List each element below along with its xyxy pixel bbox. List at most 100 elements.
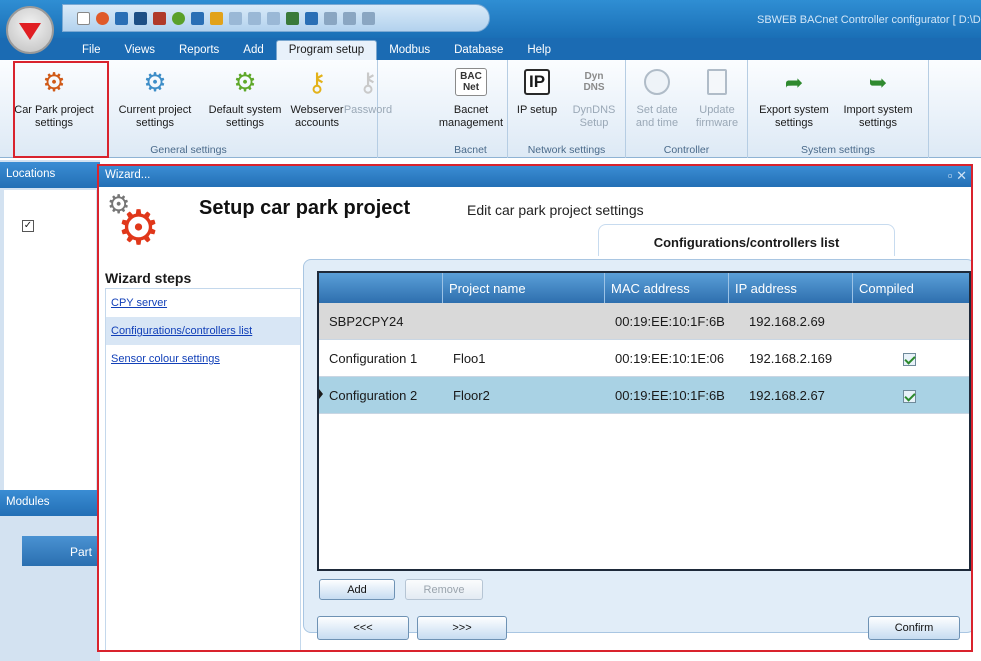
group-network-settings: IP IP setup Dyn DNS DynDNS Setup Network… xyxy=(508,60,626,158)
group-label: General settings xyxy=(150,144,227,156)
column-header-compiled[interactable]: Compiled xyxy=(853,273,969,303)
car-park-project-settings-button[interactable]: ⚙ Car Park project settings xyxy=(2,62,106,130)
logo-icon xyxy=(19,23,41,40)
tree-checkbox[interactable]: ✓ xyxy=(22,220,34,232)
export-label: Export system settings xyxy=(759,104,829,129)
part-column-header: Part xyxy=(22,536,100,566)
bacnet-label: Bacnet management xyxy=(438,104,504,129)
close-icon[interactable]: ▫ ✕ xyxy=(948,168,967,184)
import-label: Import system settings xyxy=(843,104,913,129)
hierarchy-icon[interactable] xyxy=(305,11,318,25)
quick-access-toolbar xyxy=(62,4,490,32)
current-project-label: Current project settings xyxy=(118,104,192,129)
world-icon[interactable] xyxy=(267,11,280,25)
key-icon: ⚷ xyxy=(358,67,378,97)
compiled-checkbox[interactable] xyxy=(903,352,916,366)
app-menu-button[interactable] xyxy=(6,6,54,54)
group-label: Network settings xyxy=(527,144,606,156)
menu-views[interactable]: Views xyxy=(113,41,167,60)
export-arrow-icon: ➦ xyxy=(784,69,804,95)
password-button[interactable]: ⚷ Password xyxy=(343,62,393,117)
export-system-settings-button[interactable]: ➦ Export system settings xyxy=(754,62,834,130)
table-row[interactable]: Configuration 2 Floor2 00:19:EE:10:1F:6B… xyxy=(319,377,969,414)
table-row[interactable]: Configuration 1 Floo1 00:19:EE:10:1E:06 … xyxy=(319,340,969,377)
menu-help[interactable]: Help xyxy=(515,41,563,60)
app-title: SBWEB BACnet Controller configurator [ D… xyxy=(757,14,981,26)
compiled-checkbox[interactable] xyxy=(903,389,916,403)
webserver-accounts-button[interactable]: ⚷ Webserver accounts xyxy=(289,62,345,130)
ip-icon: IP xyxy=(523,69,551,95)
add-button[interactable]: Add xyxy=(319,579,395,600)
default-system-label: Default system settings xyxy=(208,104,282,129)
gears-icon: ⚙ xyxy=(42,67,66,97)
next-button[interactable]: >>> xyxy=(417,616,507,640)
cell-project: Floor2 xyxy=(453,387,490,403)
key-icon: ⚷ xyxy=(307,67,327,97)
tools-icon[interactable] xyxy=(362,11,375,25)
group-bacnet: BAC Net Bacnet management Bacnet xyxy=(434,60,508,158)
sync-icon[interactable] xyxy=(172,11,185,25)
locations-tree: ✓ xyxy=(4,190,96,490)
wizard-steps-header: Wizard steps xyxy=(105,270,192,286)
column-header-name[interactable] xyxy=(319,273,443,303)
previous-button[interactable]: <<< xyxy=(317,616,409,640)
menu-file[interactable]: File xyxy=(70,41,113,60)
menu-bar: File Views Reports Add Program setup Mod… xyxy=(0,38,981,60)
menu-modbus[interactable]: Modbus xyxy=(377,41,442,60)
step-sensor-colour[interactable]: Sensor colour settings xyxy=(106,345,300,373)
forward-icon[interactable] xyxy=(210,11,223,25)
tab-configurations-list[interactable]: Configurations/controllers list xyxy=(598,224,895,256)
save-all-icon[interactable] xyxy=(134,11,147,25)
dyndns-icon: Dyn DNS xyxy=(583,71,605,93)
cell-name: Configuration 1 xyxy=(329,350,418,366)
edit-icon[interactable] xyxy=(153,11,166,25)
ribbon: ⚙ Car Park project settings ⚙ Current pr… xyxy=(0,60,981,158)
menu-database[interactable]: Database xyxy=(442,41,515,60)
locations-header: Locations xyxy=(0,162,100,188)
monitor-icon[interactable] xyxy=(191,11,204,25)
left-panel: Locations ✓ Modules Part xyxy=(0,160,100,661)
current-project-settings-button[interactable]: ⚙ Current project settings xyxy=(110,62,200,130)
dyndns-label: DynDNS Setup xyxy=(572,104,616,129)
import-system-settings-button[interactable]: ➥ Import system settings xyxy=(838,62,918,130)
remove-button[interactable]: Remove xyxy=(405,579,483,600)
table-row[interactable]: SBP2CPY24 00:19:EE:10:1F:6B 192.168.2.69 xyxy=(319,303,969,340)
cell-project: Floo1 xyxy=(453,350,486,366)
gears-icon: ⚙ xyxy=(143,67,167,97)
wizard-subheading: Edit car park project settings xyxy=(467,202,644,218)
column-header-project[interactable]: Project name xyxy=(443,273,605,303)
back-icon[interactable] xyxy=(229,11,242,25)
print-icon[interactable] xyxy=(343,11,356,25)
controllers-grid: Project name MAC address IP address Comp… xyxy=(317,271,971,571)
update-firmware-button[interactable]: Update firmware xyxy=(688,62,746,130)
step-cpy-server[interactable]: CPY server xyxy=(106,289,300,317)
ip-setup-button[interactable]: IP IP setup xyxy=(514,62,560,117)
menu-add[interactable]: Add xyxy=(231,41,275,60)
tree-icon[interactable] xyxy=(248,11,261,25)
cell-mac: 00:19:EE:10:1F:6B xyxy=(615,313,725,329)
ip-label: IP setup xyxy=(516,104,558,116)
network-icon[interactable] xyxy=(286,11,299,25)
cell-name: Configuration 2 xyxy=(329,387,418,403)
wizard-title-bar: Wizard... ▫ ✕ xyxy=(99,166,971,187)
bacnet-management-button[interactable]: BAC Net Bacnet management xyxy=(434,62,508,130)
gears-icon: ⚙ xyxy=(233,67,257,97)
cell-ip: 192.168.2.67 xyxy=(749,387,825,403)
step-configurations-list[interactable]: Configurations/controllers list xyxy=(106,317,300,345)
menu-reports[interactable]: Reports xyxy=(167,41,231,60)
set-date-time-button[interactable]: Set date and time xyxy=(628,62,686,130)
column-header-mac[interactable]: MAC address xyxy=(605,273,729,303)
save-icon[interactable] xyxy=(115,11,128,25)
confirm-button[interactable]: Confirm xyxy=(868,616,960,640)
document-icon xyxy=(707,69,727,95)
menu-program-setup[interactable]: Program setup xyxy=(275,40,378,60)
cell-name: SBP2CPY24 xyxy=(329,313,404,329)
group-label: System settings xyxy=(800,144,876,156)
column-header-ip[interactable]: IP address xyxy=(729,273,853,303)
dyndns-setup-button[interactable]: Dyn DNS DynDNS Setup xyxy=(566,62,622,130)
default-system-settings-button[interactable]: ⚙ Default system settings xyxy=(200,62,290,130)
refresh-icon[interactable] xyxy=(96,11,109,25)
grid-header: Project name MAC address IP address Comp… xyxy=(319,273,969,303)
new-file-icon[interactable] xyxy=(77,11,90,25)
device-icon[interactable] xyxy=(324,11,337,25)
